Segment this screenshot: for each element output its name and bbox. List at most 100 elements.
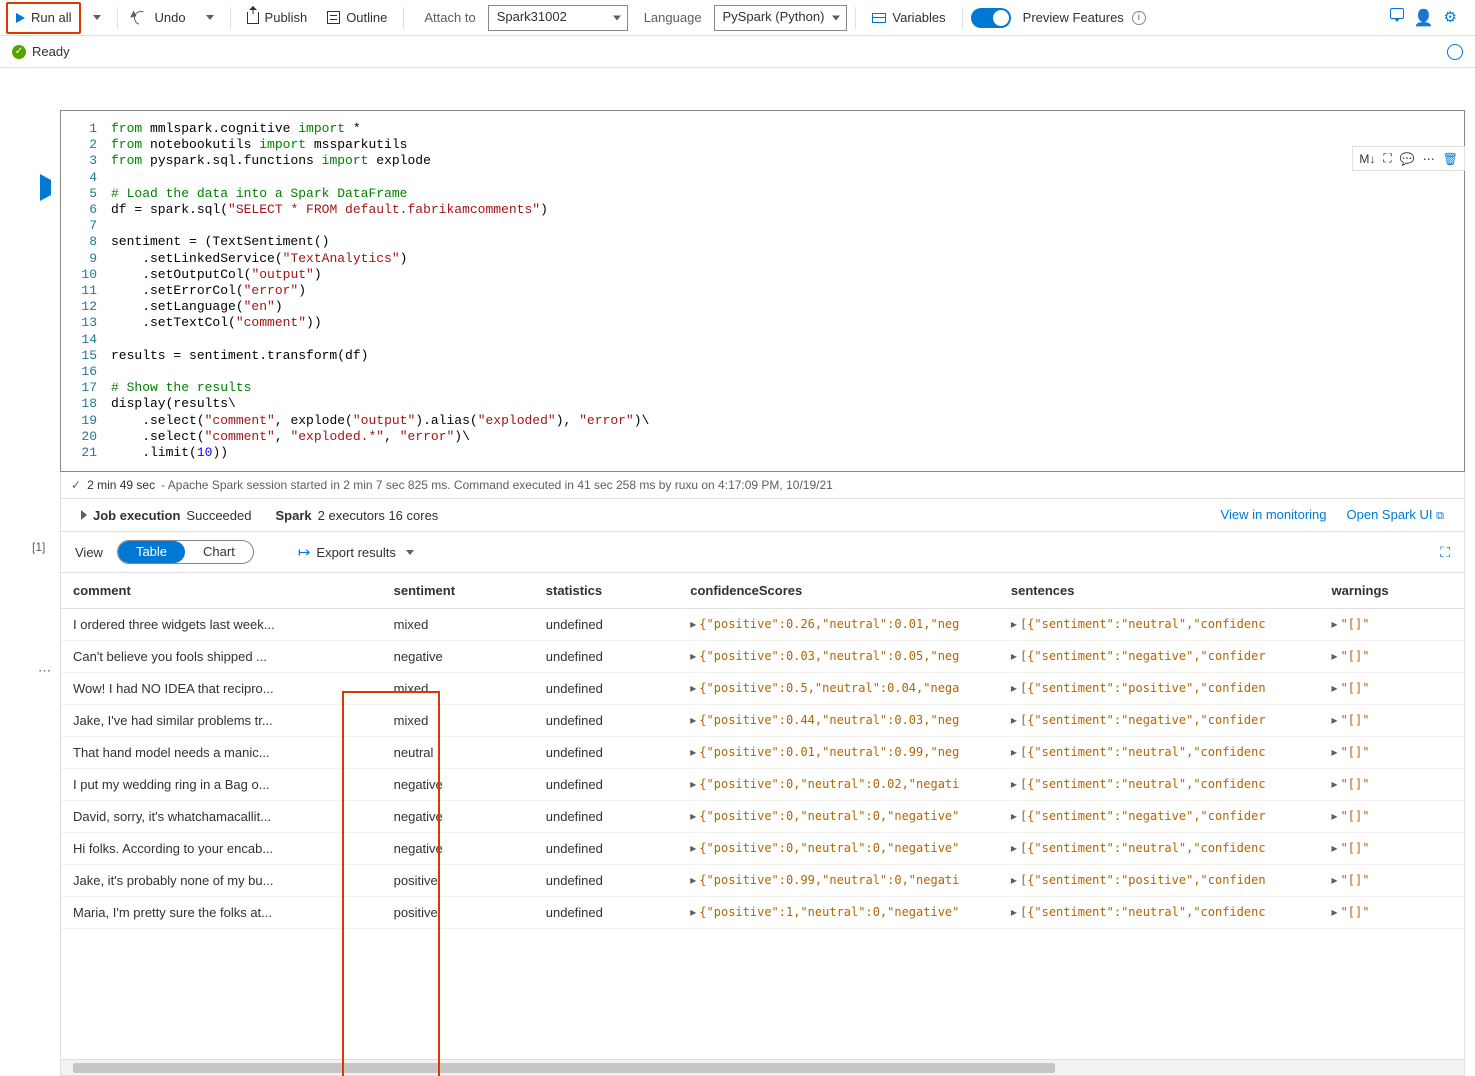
markdown-convert-icon[interactable]: M↓ (1359, 152, 1375, 166)
undo-button[interactable]: Undo (126, 4, 193, 32)
run-cell-button[interactable] (40, 180, 51, 195)
person-icon[interactable]: 👤 (1414, 8, 1434, 28)
cell-more-icon[interactable]: ⋯ (1423, 152, 1435, 166)
language-select[interactable]: PySpark (Python) (714, 5, 848, 31)
publish-button[interactable]: Publish (239, 4, 316, 32)
cell-sentences[interactable]: [{"sentiment":"negative","confider (999, 641, 1320, 673)
table-row[interactable]: Maria, I'm pretty sure the folks at...po… (61, 897, 1464, 929)
results-table: comment sentiment statistics confidenceS… (61, 573, 1464, 929)
horizontal-scrollbar[interactable] (60, 1060, 1465, 1076)
preview-features-toggle[interactable] (971, 8, 1011, 28)
attach-to-select[interactable]: Spark31002 (488, 5, 628, 31)
maximize-results-icon[interactable]: ⛶ (1440, 544, 1450, 561)
cell-confidence[interactable]: {"positive":1,"neutral":0,"negative" (678, 897, 999, 929)
info-icon[interactable]: i (1132, 11, 1146, 25)
view-chart-tab[interactable]: Chart (185, 541, 253, 563)
status-bar: ✓ Ready (0, 36, 1475, 68)
cell-confidence[interactable]: {"positive":0,"neutral":0,"negative" (678, 801, 999, 833)
language-label: Language (644, 10, 702, 25)
table-row[interactable]: Jake, it's probably none of my bu...posi… (61, 865, 1464, 897)
target-icon[interactable] (1447, 44, 1463, 60)
cell-warnings[interactable]: "[]" (1320, 641, 1464, 673)
cell-sentences[interactable]: [{"sentiment":"neutral","confidenc (999, 769, 1320, 801)
chevron-right-icon[interactable] (81, 510, 87, 520)
table-row[interactable]: David, sorry, it's whatchamacallit...neg… (61, 801, 1464, 833)
cell-statistics: undefined (534, 673, 679, 705)
settings-icon[interactable]: ⚙ (1444, 8, 1457, 28)
table-row[interactable]: Jake, I've had similar problems tr...mix… (61, 705, 1464, 737)
cell-statistics: undefined (534, 737, 679, 769)
cell-warnings[interactable]: "[]" (1320, 769, 1464, 801)
cell-wrap: 123456789101112131415161718192021 from m… (60, 110, 1465, 1076)
notebook-workspace: M↓ ⛶ 💬 ⋯ 🗑 [1] ⋯ 12345678910111213141516… (0, 68, 1475, 1076)
col-sentences[interactable]: sentences (999, 573, 1320, 609)
cell-confidence[interactable]: {"positive":0.03,"neutral":0.05,"neg (678, 641, 999, 673)
comment-icon[interactable] (1390, 8, 1404, 19)
cell-sentences[interactable]: [{"sentiment":"neutral","confidenc (999, 737, 1320, 769)
cell-warnings[interactable]: "[]" (1320, 673, 1464, 705)
cell-sentiment: positive (382, 865, 534, 897)
cell-warnings[interactable]: "[]" (1320, 833, 1464, 865)
table-row[interactable]: I put my wedding ring in a Bag o...negat… (61, 769, 1464, 801)
code-cell[interactable]: 123456789101112131415161718192021 from m… (60, 110, 1465, 472)
col-statistics[interactable]: statistics (534, 573, 679, 609)
cell-confidence[interactable]: {"positive":0.99,"neutral":0,"negati (678, 865, 999, 897)
cell-sentences[interactable]: [{"sentiment":"positive","confiden (999, 673, 1320, 705)
outline-icon (327, 11, 340, 24)
cell-warnings[interactable]: "[]" (1320, 801, 1464, 833)
cell-sentences[interactable]: [{"sentiment":"negative","confider (999, 705, 1320, 737)
outline-button[interactable]: Outline (319, 4, 395, 32)
cell-comment: Wow! I had NO IDEA that recipro... (61, 673, 382, 705)
cell-sentences[interactable]: [{"sentiment":"neutral","confidenc (999, 897, 1320, 929)
cell-warnings[interactable]: "[]" (1320, 897, 1464, 929)
cell-confidence[interactable]: {"positive":0.44,"neutral":0.03,"neg (678, 705, 999, 737)
table-row[interactable]: Hi folks. According to your encab...nega… (61, 833, 1464, 865)
cell-sentiment: negative (382, 801, 534, 833)
table-row[interactable]: That hand model needs a manic...neutralu… (61, 737, 1464, 769)
results-table-container: comment sentiment statistics confidenceS… (60, 573, 1465, 1060)
cell-delete-icon[interactable]: 🗑 (1443, 152, 1458, 166)
view-in-monitoring-link[interactable]: View in monitoring (1221, 507, 1327, 523)
col-sentiment[interactable]: sentiment (382, 573, 534, 609)
scrollbar-thumb[interactable] (73, 1063, 1055, 1073)
cell-confidence[interactable]: {"positive":0.26,"neutral":0.01,"neg (678, 609, 999, 641)
undo-menu-chevron[interactable] (198, 4, 222, 32)
export-results-button[interactable]: ↦ Export results (298, 543, 414, 561)
cell-confidence[interactable]: {"positive":0,"neutral":0.02,"negati (678, 769, 999, 801)
cell-statistics: undefined (534, 609, 679, 641)
col-warnings[interactable]: warnings (1320, 573, 1464, 609)
col-confidence[interactable]: confidenceScores (678, 573, 999, 609)
cell-confidence[interactable]: {"positive":0.5,"neutral":0.04,"nega (678, 673, 999, 705)
run-all-button[interactable]: Run all (8, 4, 79, 32)
cell-confidence[interactable]: {"positive":0.01,"neutral":0.99,"neg (678, 737, 999, 769)
cell-overflow-icon[interactable]: ⋯ (38, 663, 52, 679)
variables-button[interactable]: Variables (864, 4, 953, 32)
cell-warnings[interactable]: "[]" (1320, 609, 1464, 641)
cell-comment-icon[interactable]: 💬 (1400, 152, 1415, 166)
run-menu-chevron[interactable] (85, 4, 109, 32)
cell-warnings[interactable]: "[]" (1320, 737, 1464, 769)
table-row[interactable]: Can't believe you fools shipped ...negat… (61, 641, 1464, 673)
export-label: Export results (316, 545, 395, 560)
col-comment[interactable]: comment (61, 573, 382, 609)
job-execution-label: Job execution (93, 508, 180, 523)
cell-comment: Can't believe you fools shipped ... (61, 641, 382, 673)
view-table-tab[interactable]: Table (118, 541, 185, 563)
cell-expand-icon[interactable]: ⛶ (1383, 151, 1391, 166)
cell-comment: I ordered three widgets last week... (61, 609, 382, 641)
cell-warnings[interactable]: "[]" (1320, 705, 1464, 737)
cell-warnings[interactable]: "[]" (1320, 865, 1464, 897)
left-pad (0, 68, 60, 1076)
table-row[interactable]: Wow! I had NO IDEA that recipro...mixedu… (61, 673, 1464, 705)
code-content[interactable]: from mmlspark.cognitive import * from no… (111, 121, 1464, 461)
table-row[interactable]: I ordered three widgets last week...mixe… (61, 609, 1464, 641)
cell-confidence[interactable]: {"positive":0,"neutral":0,"negative" (678, 833, 999, 865)
job-execution-status: Succeeded (186, 508, 251, 523)
cell-sentences[interactable]: [{"sentiment":"neutral","confidenc (999, 609, 1320, 641)
cell-sentences[interactable]: [{"sentiment":"negative","confider (999, 801, 1320, 833)
variables-label: Variables (892, 10, 945, 25)
open-spark-ui-link[interactable]: Open Spark UI ⧉ (1347, 507, 1444, 523)
cell-sentences[interactable]: [{"sentiment":"neutral","confidenc (999, 833, 1320, 865)
chevron-down-icon (206, 15, 214, 20)
cell-sentences[interactable]: [{"sentiment":"positive","confiden (999, 865, 1320, 897)
